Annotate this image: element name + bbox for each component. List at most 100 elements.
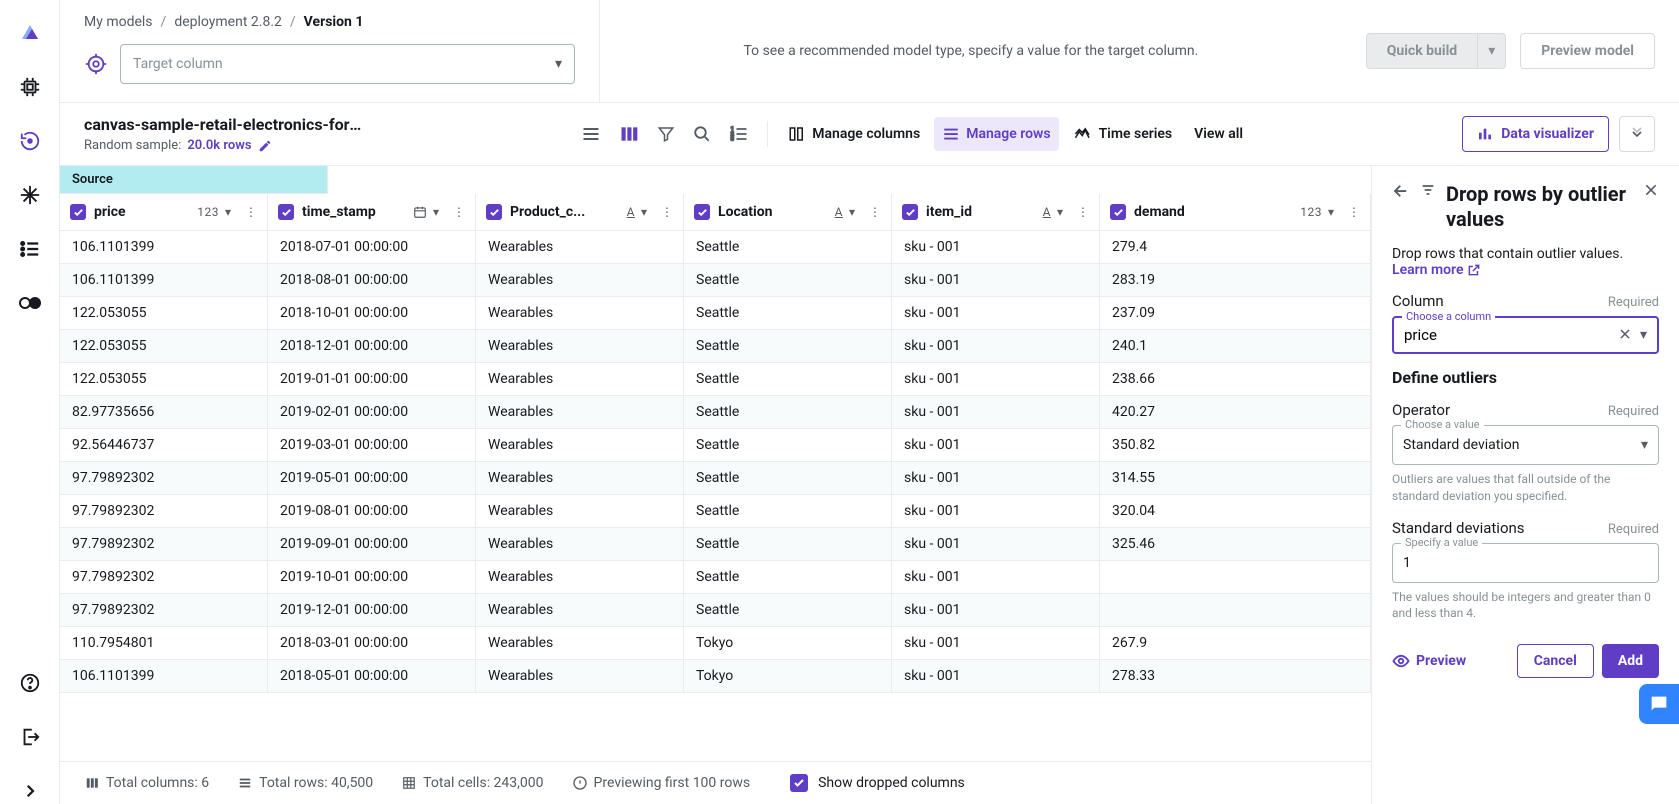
- breadcrumb-models[interactable]: My models: [84, 14, 153, 30]
- quick-build-caret[interactable]: ▾: [1478, 33, 1506, 69]
- table-body[interactable]: 106.11013992018-07-01 00:00:00WearablesS…: [60, 231, 1371, 761]
- toggle-icon[interactable]: [17, 290, 43, 316]
- table-row[interactable]: 110.79548012018-03-01 00:00:00WearablesT…: [60, 627, 1371, 660]
- view-grid-icon[interactable]: [613, 117, 645, 151]
- refresh-icon[interactable]: [17, 128, 43, 154]
- checkbox-icon[interactable]: [278, 204, 294, 220]
- table-cell: 2018-10-01 00:00:00: [268, 297, 476, 329]
- show-dropped-toggle[interactable]: Show dropped columns: [790, 774, 965, 792]
- preview-link[interactable]: Preview: [1392, 652, 1466, 670]
- table-row[interactable]: 122.0530552018-12-01 00:00:00WearablesSe…: [60, 330, 1371, 363]
- data-visualizer-button[interactable]: Data visualizer: [1462, 116, 1609, 152]
- list-icon[interactable]: [17, 236, 43, 262]
- operator-helper: Outliers are values that fall outside of…: [1392, 471, 1659, 505]
- table-cell: 2018-03-01 00:00:00: [268, 627, 476, 659]
- table-row[interactable]: 97.798923022019-10-01 00:00:00WearablesS…: [60, 561, 1371, 594]
- cancel-button[interactable]: Cancel: [1517, 644, 1594, 678]
- table-cell: 2018-08-01 00:00:00: [268, 264, 476, 296]
- column-label: Column: [1392, 292, 1444, 310]
- table-row[interactable]: 106.11013992018-08-01 00:00:00WearablesS…: [60, 264, 1371, 297]
- expand-nav-icon[interactable]: [17, 778, 43, 804]
- logout-icon[interactable]: [17, 724, 43, 750]
- table-cell: 2019-05-01 00:00:00: [268, 462, 476, 494]
- table-row[interactable]: 92.564467372019-03-01 00:00:00WearablesS…: [60, 429, 1371, 462]
- table-row[interactable]: 97.798923022019-08-01 00:00:00WearablesS…: [60, 495, 1371, 528]
- expand-icon[interactable]: [1619, 116, 1655, 152]
- table-row[interactable]: 82.977356562019-02-01 00:00:00WearablesS…: [60, 396, 1371, 429]
- required-label: Required: [1608, 295, 1659, 310]
- manage-rows-button[interactable]: Manage rows: [934, 117, 1058, 151]
- std-input[interactable]: Specify a value 1: [1392, 543, 1659, 583]
- logo-icon[interactable]: [17, 20, 43, 46]
- numbered-list-icon[interactable]: 123: [723, 117, 755, 151]
- std-label: Standard deviations: [1392, 519, 1525, 537]
- quick-build-button[interactable]: Quick build: [1366, 33, 1478, 69]
- time-series-button[interactable]: Time series: [1065, 117, 1181, 151]
- column-header[interactable]: time_stamp ▾ ⋮: [268, 194, 475, 230]
- caret-down-icon[interactable]: ▾: [1057, 205, 1063, 219]
- table-row[interactable]: 122.0530552019-01-01 00:00:00WearablesSe…: [60, 363, 1371, 396]
- table-row[interactable]: 97.798923022019-09-01 00:00:00WearablesS…: [60, 528, 1371, 561]
- learn-more-link[interactable]: Learn more: [1392, 262, 1481, 278]
- snowflake-icon[interactable]: [17, 182, 43, 208]
- table-cell: 2019-03-01 00:00:00: [268, 429, 476, 461]
- column-header[interactable]: demand123 ▾ ⋮: [1100, 194, 1370, 230]
- checkbox-icon[interactable]: [694, 204, 710, 220]
- column-header[interactable]: Product_c...A ▾ ⋮: [476, 194, 683, 230]
- column-header[interactable]: item_idA ▾ ⋮: [892, 194, 1099, 230]
- view-rows-icon[interactable]: [575, 117, 607, 151]
- target-column-select[interactable]: Target column ▾: [120, 44, 575, 84]
- preview-model-button[interactable]: Preview model: [1520, 33, 1655, 69]
- checkbox-icon[interactable]: [902, 204, 918, 220]
- table-row[interactable]: 122.0530552018-10-01 00:00:00WearablesSe…: [60, 297, 1371, 330]
- manage-columns-button[interactable]: Manage columns: [780, 117, 928, 151]
- kebab-icon[interactable]: ⋮: [869, 205, 881, 219]
- column-input[interactable]: Choose a column ▾: [1392, 316, 1659, 354]
- operator-select[interactable]: Choose a value Standard deviation ▾: [1392, 425, 1659, 465]
- pencil-icon[interactable]: [258, 139, 272, 153]
- table-cell: 283.19: [1100, 264, 1371, 296]
- filter-icon[interactable]: [651, 117, 681, 151]
- checkbox-icon[interactable]: [70, 204, 86, 220]
- breadcrumb-deployment[interactable]: deployment 2.8.2: [174, 14, 282, 30]
- column-header[interactable]: LocationA ▾ ⋮: [684, 194, 891, 230]
- table-cell: Wearables: [476, 594, 684, 626]
- column-name: Product_c...: [510, 204, 585, 220]
- chip-icon[interactable]: [17, 74, 43, 100]
- help-icon[interactable]: [17, 670, 43, 696]
- column-header[interactable]: price123 ▾ ⋮: [60, 194, 267, 230]
- table-cell: sku - 001: [892, 297, 1100, 329]
- kebab-icon[interactable]: ⋮: [453, 205, 465, 219]
- table-cell: 122.053055: [60, 297, 268, 329]
- chat-fab[interactable]: [1639, 684, 1679, 724]
- caret-down-icon[interactable]: ▾: [1328, 205, 1334, 219]
- checkbox-icon[interactable]: [1110, 204, 1126, 220]
- kebab-icon[interactable]: ⋮: [245, 205, 257, 219]
- table-row[interactable]: 106.11013992018-07-01 00:00:00WearablesS…: [60, 231, 1371, 264]
- filter-settings-icon[interactable]: [1420, 182, 1436, 198]
- caret-down-icon[interactable]: ▾: [433, 205, 439, 219]
- kebab-icon[interactable]: ⋮: [1348, 205, 1360, 219]
- kebab-icon[interactable]: ⋮: [1077, 205, 1089, 219]
- add-button[interactable]: Add: [1602, 644, 1659, 678]
- kebab-icon[interactable]: ⋮: [661, 205, 673, 219]
- table-row[interactable]: 97.798923022019-05-01 00:00:00WearablesS…: [60, 462, 1371, 495]
- back-icon[interactable]: [1392, 182, 1410, 200]
- caret-down-icon[interactable]: ▾: [641, 205, 647, 219]
- caret-down-icon[interactable]: ▾: [225, 205, 231, 219]
- column-input-field[interactable]: [1404, 326, 1618, 344]
- clear-icon[interactable]: [1618, 327, 1632, 343]
- view-all-button[interactable]: View all: [1186, 117, 1251, 151]
- toolbar: 123 Manage columns Manage rows Time seri…: [575, 117, 1251, 151]
- column-name: time_stamp: [302, 204, 376, 220]
- table-row[interactable]: 97.798923022019-12-01 00:00:00WearablesS…: [60, 594, 1371, 627]
- close-icon[interactable]: [1643, 182, 1659, 198]
- sample-rows-link[interactable]: 20.0k rows: [187, 138, 251, 153]
- table-cell: Wearables: [476, 231, 684, 263]
- search-icon[interactable]: [687, 117, 717, 151]
- caret-down-icon[interactable]: ▾: [1640, 327, 1647, 343]
- table-row[interactable]: 106.11013992018-05-01 00:00:00WearablesT…: [60, 660, 1371, 693]
- table-cell: sku - 001: [892, 264, 1100, 296]
- checkbox-icon[interactable]: [486, 204, 502, 220]
- caret-down-icon[interactable]: ▾: [849, 205, 855, 219]
